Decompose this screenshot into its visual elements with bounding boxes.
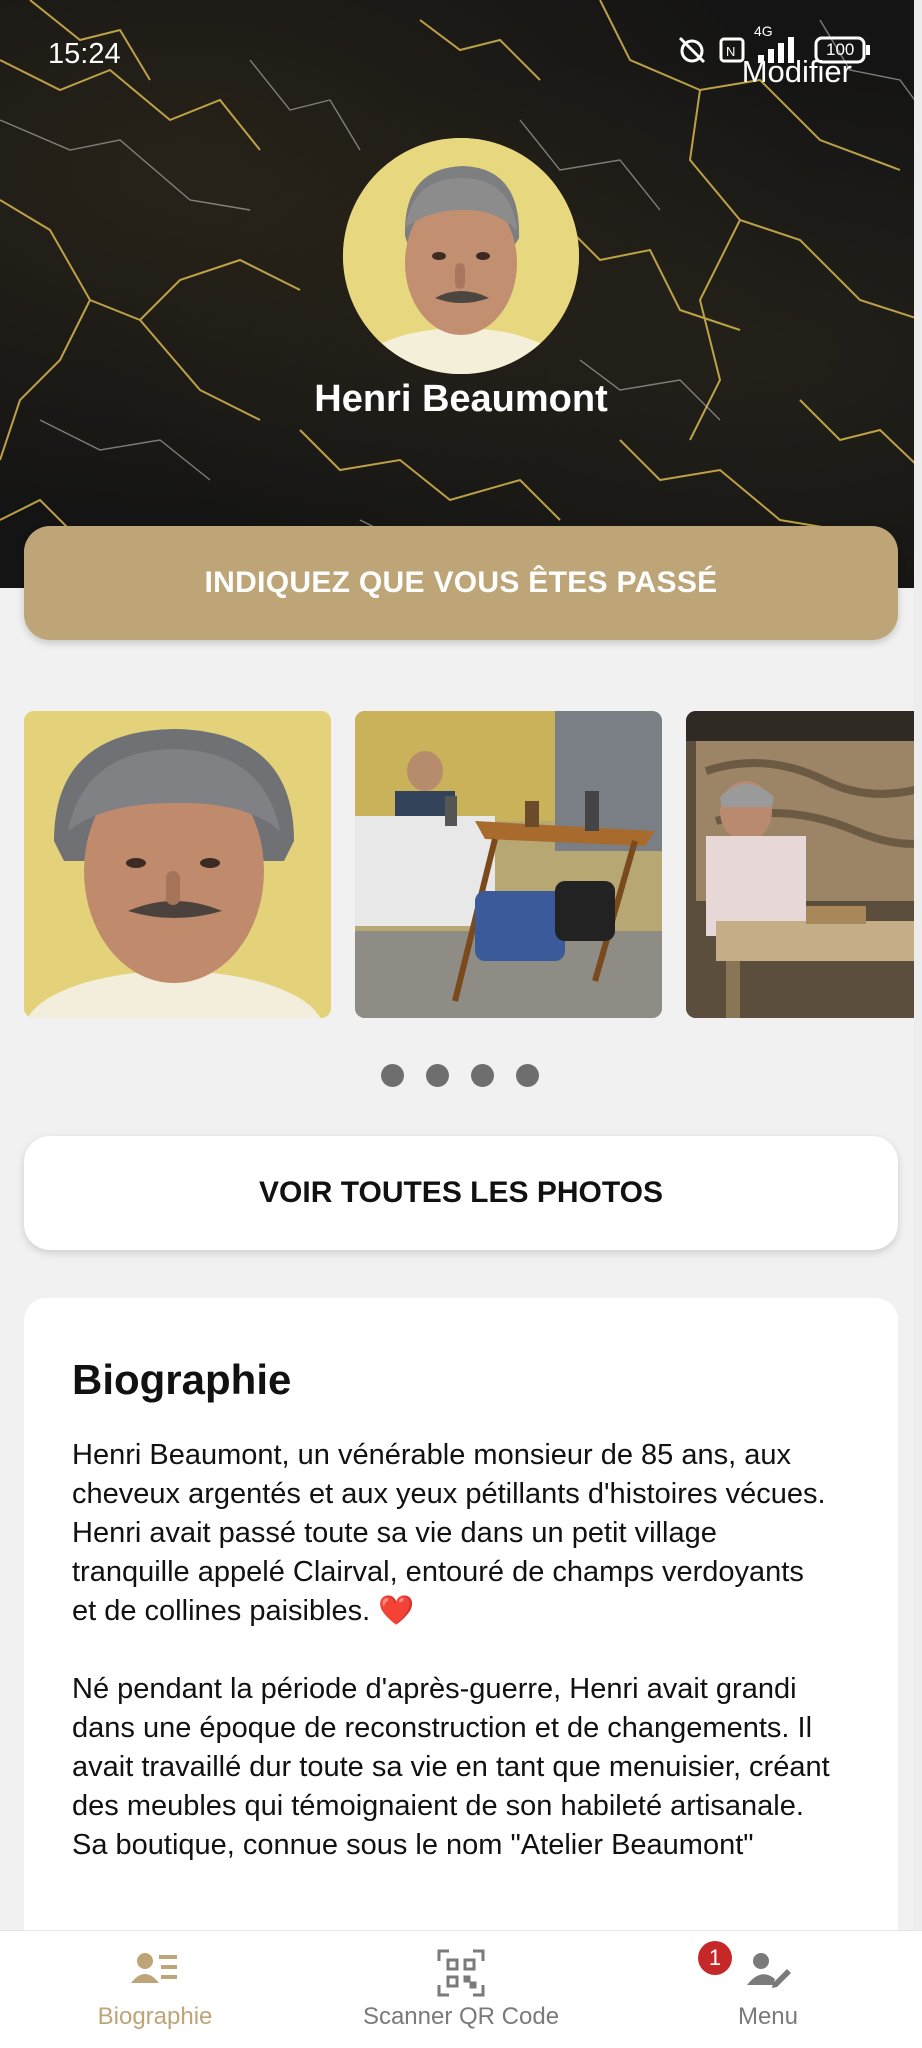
bottom-navigation: Biographie Scanner QR Code 1 Menu bbox=[0, 1930, 922, 2048]
heart-icon: ❤️ bbox=[378, 1595, 415, 1627]
portrait-image bbox=[343, 138, 579, 374]
nav-label: Scanner QR Code bbox=[362, 2003, 560, 2030]
alarm-off-icon bbox=[676, 34, 708, 73]
qr-code-icon bbox=[437, 1949, 485, 2002]
gallery-photo-workshop[interactable] bbox=[686, 711, 922, 1018]
pagination-dot[interactable] bbox=[381, 1064, 404, 1087]
nav-biographie[interactable]: Biographie bbox=[40, 1931, 270, 2048]
biography-title: Biographie bbox=[72, 1356, 292, 1403]
profile-avatar[interactable] bbox=[343, 138, 579, 374]
notification-badge: 1 bbox=[698, 1941, 732, 1975]
pagination-dot[interactable] bbox=[426, 1064, 449, 1087]
pagination-dot[interactable] bbox=[516, 1064, 539, 1087]
carousel-pagination bbox=[0, 1064, 922, 1087]
user-edit-icon bbox=[745, 1949, 791, 1994]
status-time: 15:24 bbox=[48, 38, 121, 70]
nav-menu[interactable]: 1 Menu bbox=[660, 1931, 876, 2048]
checkin-button[interactable]: INDIQUEZ QUE VOUS ÊTES PASSÉ bbox=[24, 526, 898, 640]
scroll-track bbox=[914, 0, 922, 1930]
biography-paragraph: Henri Beaumont, un vénérable monsieur de… bbox=[72, 1439, 826, 1627]
nav-label: Biographie bbox=[97, 2003, 213, 2030]
person-name: Henri Beaumont bbox=[314, 378, 608, 420]
svg-text:N: N bbox=[726, 44, 735, 59]
view-all-photos-button[interactable]: VOIR TOUTES LES PHOTOS bbox=[24, 1136, 898, 1250]
biography-text: Henri Beaumont, un vénérable monsieur de… bbox=[72, 1436, 832, 1904]
nav-label: Menu bbox=[737, 2003, 799, 2030]
gallery-photo-portrait[interactable] bbox=[24, 711, 331, 1018]
biography-paragraph: Né pendant la période d'après-guerre, He… bbox=[72, 1673, 830, 1861]
gallery-photo-market[interactable] bbox=[355, 711, 662, 1018]
biography-icon bbox=[131, 1949, 179, 1994]
status-bar: 15:24 N 4G 100 Modifier bbox=[0, 0, 922, 100]
pagination-dot[interactable] bbox=[471, 1064, 494, 1087]
nav-scanner-qr-code[interactable]: Scanner QR Code bbox=[336, 1931, 586, 2048]
edit-button[interactable]: Modifier bbox=[742, 54, 852, 90]
profile-header: 15:24 N 4G 100 Modifier Henri Beaumont bbox=[0, 0, 922, 588]
photo-carousel[interactable] bbox=[24, 711, 922, 1018]
